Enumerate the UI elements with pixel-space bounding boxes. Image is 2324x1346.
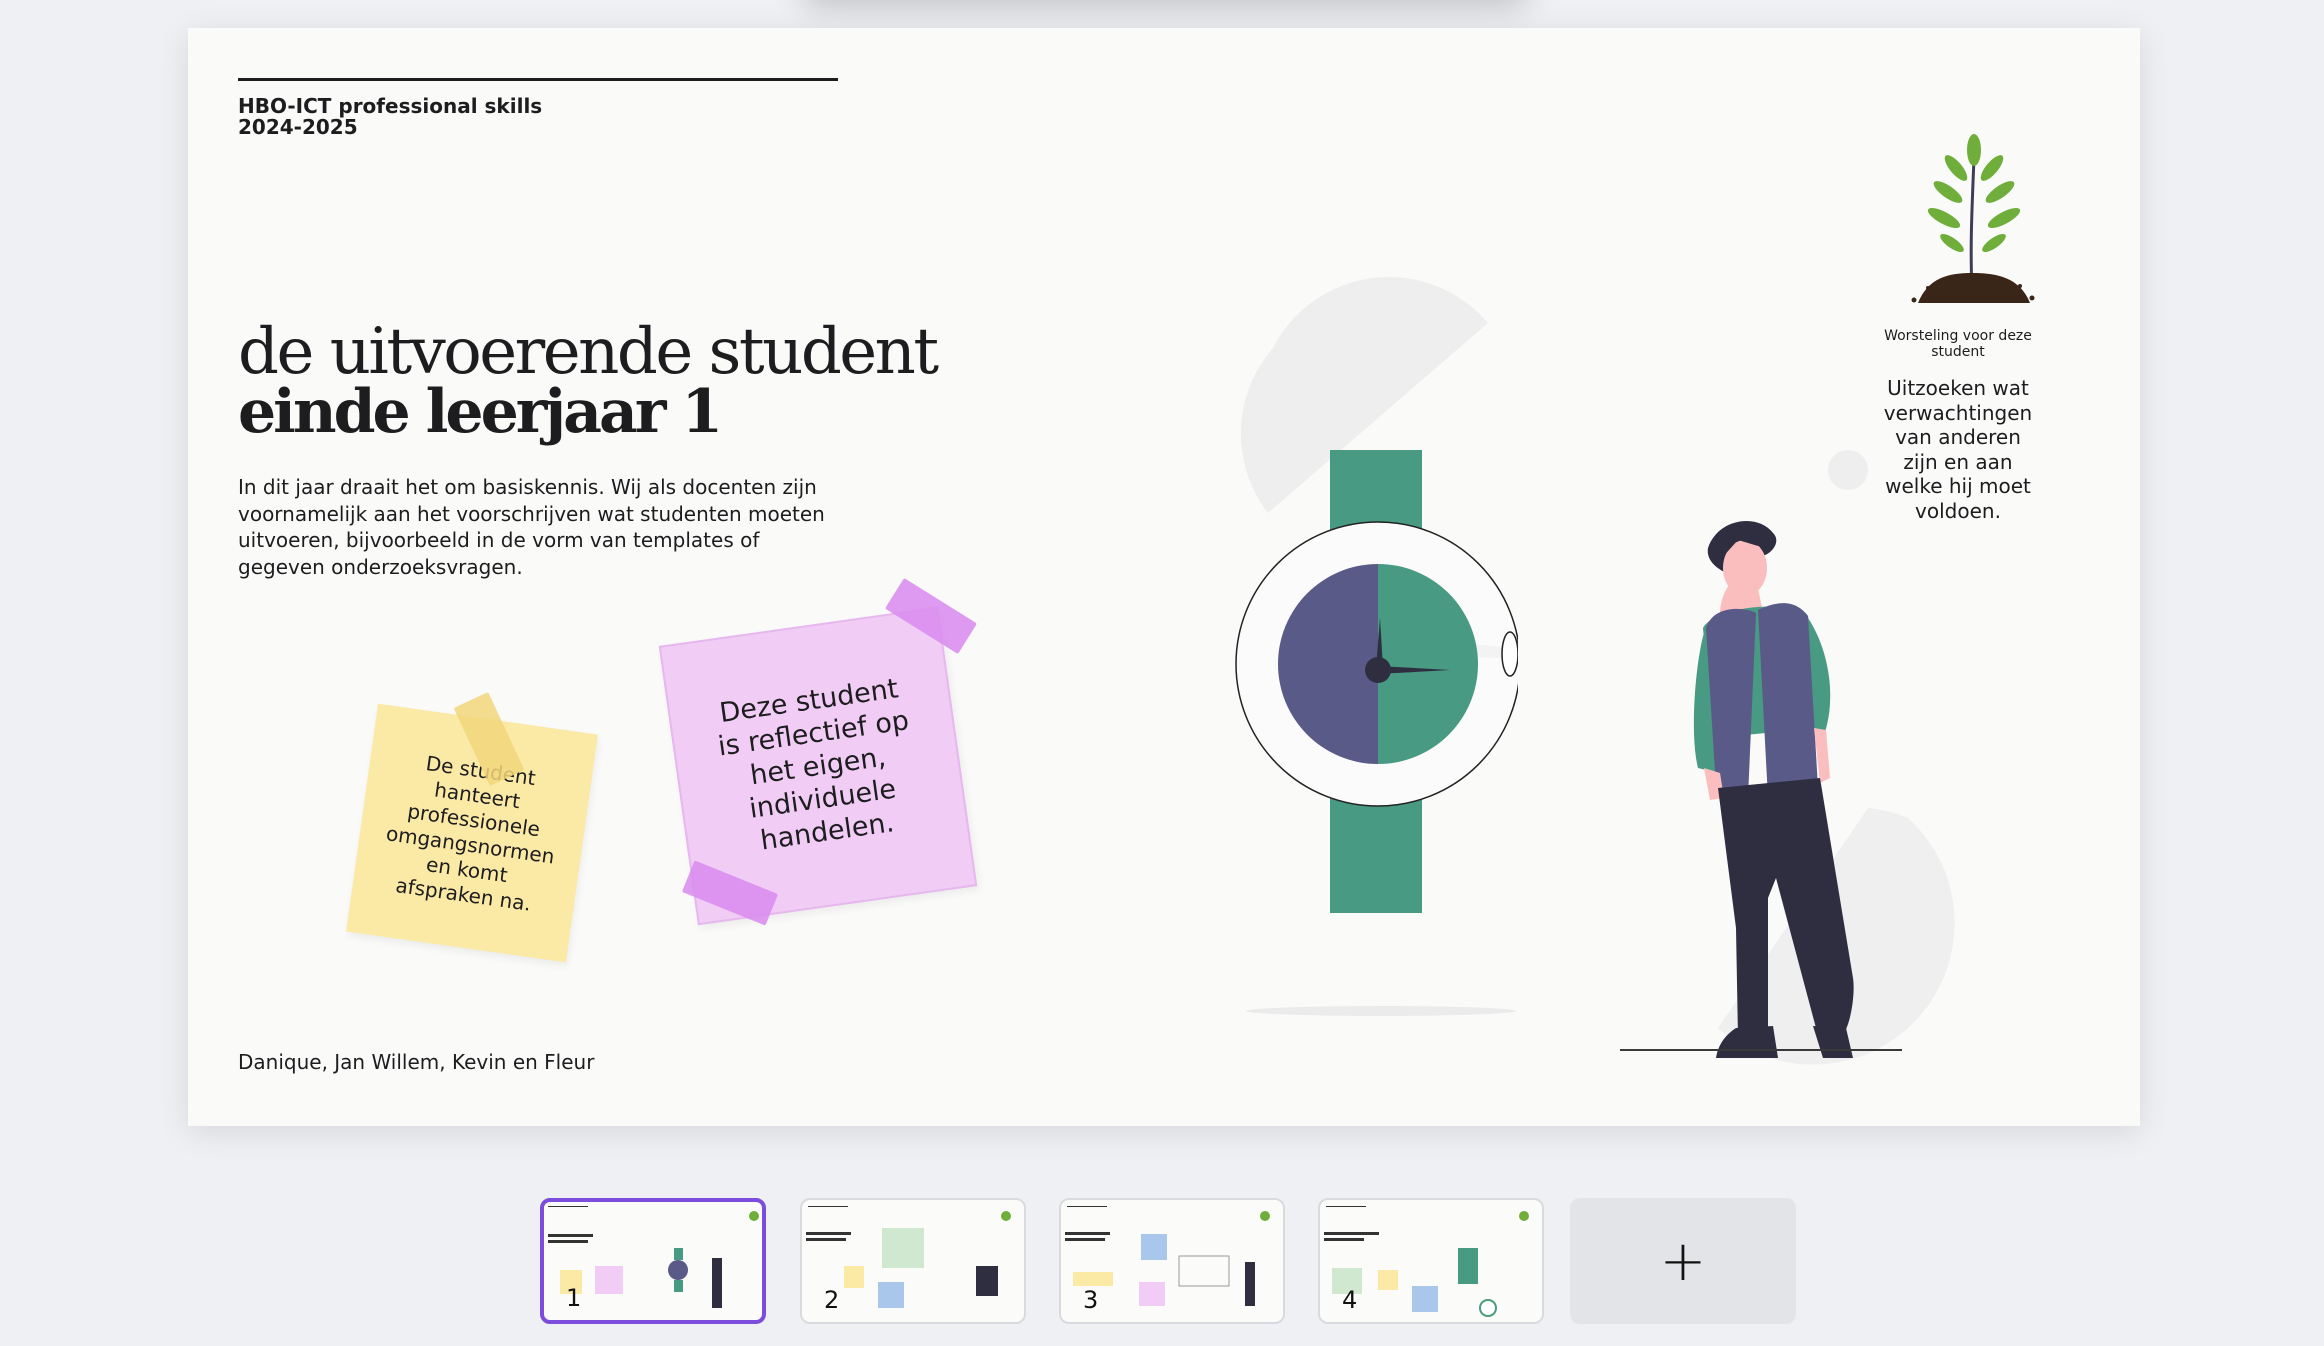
slide-thumbnail-number: 2 — [824, 1286, 840, 1314]
person-illustration — [1693, 521, 1854, 1058]
authors: Danique, Jan Willem, Kevin en Fleur — [238, 1050, 595, 1074]
sticky-note-pink-text: Deze student is reflectief op het eigen,… — [716, 672, 911, 857]
slide-thumbnail-4[interactable]: 4 — [1318, 1198, 1544, 1324]
struggle-label: Worsteling voor deze student — [1884, 328, 2032, 360]
plant-icon — [1911, 134, 2035, 303]
slide-thumbnail-number: 3 — [1083, 1286, 1099, 1314]
add-slide-button[interactable]: + — [1570, 1198, 1796, 1324]
plus-icon: + — [1659, 1228, 1707, 1294]
slide-thumbnail-strip: 1 2 3 4 + — [0, 1196, 2324, 1326]
floor-line — [1620, 1049, 1902, 1051]
slide-thumbnail-2[interactable]: 2 — [800, 1198, 1026, 1324]
slide-thumbnail-3[interactable]: 3 — [1059, 1198, 1285, 1324]
slide-canvas[interactable]: HBO-ICT professional skills 2024-2025 de… — [188, 28, 2140, 1126]
watch-shadow — [1246, 1006, 1516, 1016]
struggle-text: Uitzoeken wat verwachtingen van anderen … — [1883, 376, 2033, 523]
slide-thumbnail-1[interactable]: 1 — [540, 1198, 766, 1324]
struggle-box: Worsteling voor deze student Uitzoeken w… — [1878, 328, 2038, 523]
bg-small-dot — [1828, 450, 1868, 490]
slide-thumbnail-number: 4 — [1342, 1286, 1358, 1314]
sticky-note-yellow-text: De student hanteert professionele omgang… — [384, 751, 557, 916]
slide-thumbnail-number: 1 — [566, 1284, 582, 1312]
watch-illustration — [1235, 450, 1518, 913]
